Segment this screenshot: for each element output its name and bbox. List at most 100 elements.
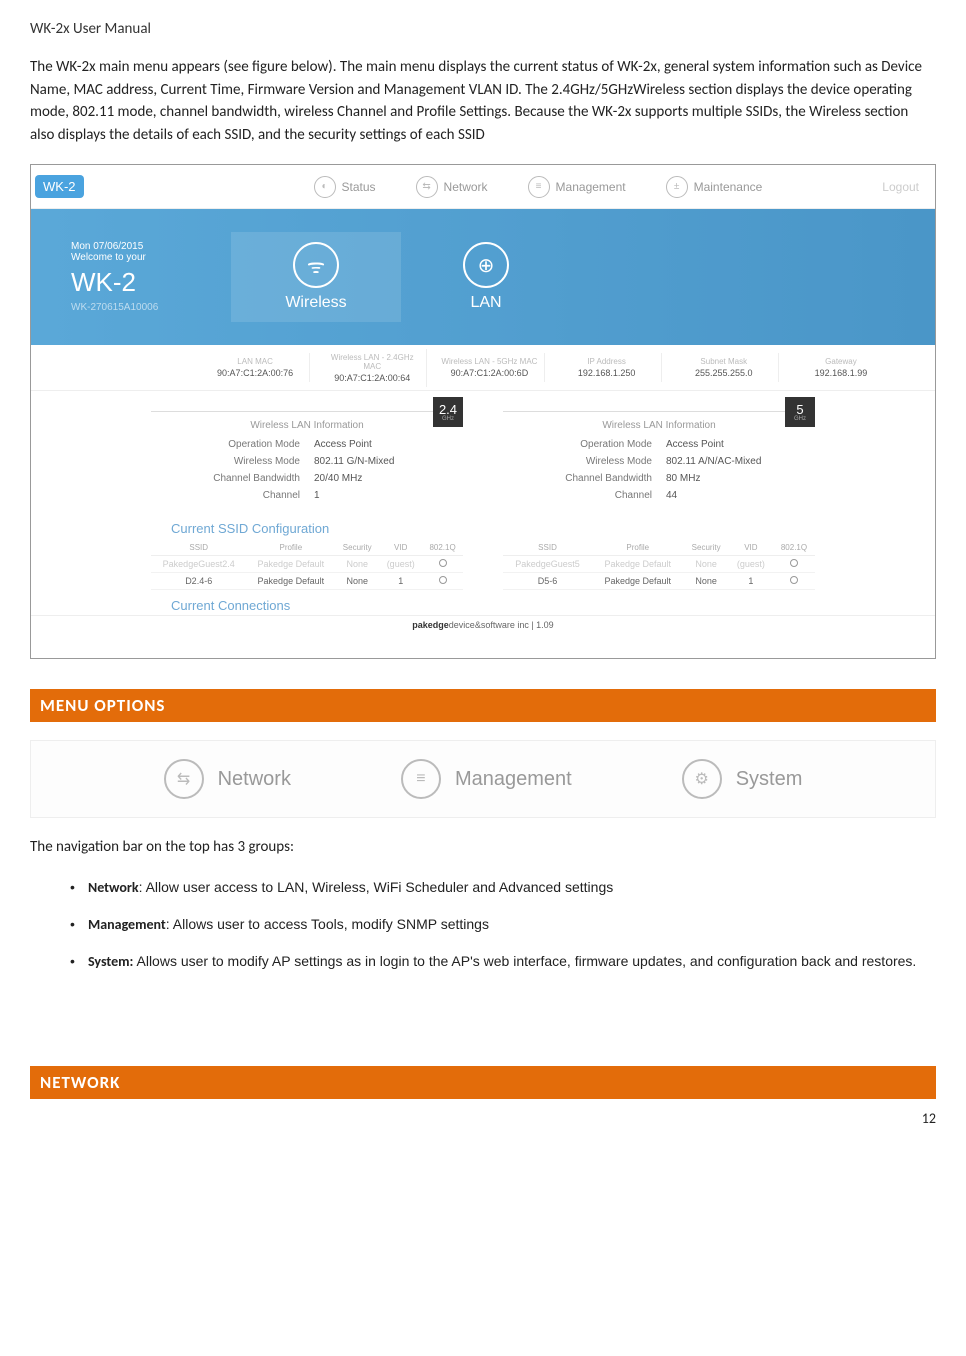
- cell: Pakedge Default: [246, 573, 335, 590]
- maintenance-icon: ±: [666, 176, 688, 198]
- bullet-lead: Management: [88, 916, 166, 933]
- tab-network[interactable]: ⇆ Network: [416, 176, 488, 198]
- mac-value: 90:A7:C1:2A:00:6D: [441, 368, 537, 378]
- cell: D2.4-6: [151, 573, 246, 590]
- tab-label: Maintenance: [694, 180, 763, 194]
- system-icon: ⚙: [682, 759, 722, 799]
- table-row: PakedgeGuest5 Pakedge Default None (gues…: [503, 556, 815, 573]
- ssid-tables: SSID Profile Security VID 802.1Q Pakedge…: [31, 540, 935, 590]
- mac-value: 192.168.1.250: [559, 368, 655, 378]
- nav-intro: The navigation bar on the top has 3 grou…: [30, 836, 936, 859]
- wlan-table: Operation ModeAccess Point Wireless Mode…: [151, 435, 463, 505]
- bullet-lead: Network: [88, 879, 139, 896]
- cell: (guest): [379, 556, 422, 573]
- tab-management[interactable]: ≡Management: [528, 176, 626, 198]
- table-row: D2.4-6 Pakedge Default None 1: [151, 573, 463, 590]
- mac-value: 90:A7:C1:2A:00:64: [324, 373, 420, 383]
- main-menu-screenshot: WK-2 ◐Status ⇆Network ≡Management ±Maint…: [30, 164, 936, 659]
- row-value: 1: [308, 488, 461, 503]
- row-label: Channel: [505, 488, 658, 503]
- ghz-value: 2.4: [439, 403, 457, 416]
- col-vid: VID: [379, 540, 422, 556]
- cell-radio: [422, 573, 463, 590]
- ghz-sub: GHz: [442, 416, 454, 422]
- tab-status[interactable]: ◐Status: [314, 176, 376, 198]
- tile-label: LAN: [401, 294, 571, 312]
- ssid-table-5: SSID Profile Security VID 802.1Q Pakedge…: [503, 540, 815, 590]
- row-value: 80 MHz: [660, 471, 813, 486]
- hero-tile-lan[interactable]: ⊕ LAN: [401, 232, 571, 322]
- logout-link[interactable]: Logout: [882, 180, 919, 194]
- wlan-table: Operation ModeAccess Point Wireless Mode…: [503, 435, 815, 505]
- mac-label: Subnet Mask: [676, 357, 772, 366]
- section-menu-options: MENU OPTIONS: [30, 689, 936, 722]
- cell: PakedgeGuest5: [503, 556, 592, 573]
- cell-radio: [773, 556, 815, 573]
- cell: None: [683, 556, 728, 573]
- nav-bar-screenshot: ⇆ Network ≡Management ⚙System: [30, 740, 936, 818]
- topbar: WK-2 ◐Status ⇆Network ≡Management ±Maint…: [31, 165, 935, 209]
- radio-icon[interactable]: [439, 559, 447, 567]
- wlan-title: Wireless LAN Information: [151, 411, 463, 435]
- hero-date: Mon 07/06/2015: [71, 241, 231, 252]
- cell: PakedgeGuest2.4: [151, 556, 246, 573]
- current-connections-title: Current Connections: [31, 590, 935, 615]
- row-value: 44: [660, 488, 813, 503]
- bullet-text: Allows user to modify AP settings as in …: [133, 953, 916, 969]
- bullet-system: System: Allows user to modify AP setting…: [70, 951, 936, 972]
- col-ssid: SSID: [151, 540, 246, 556]
- cell-radio: [422, 556, 463, 573]
- intro-paragraph: The WK-2x main menu appears (see figure …: [30, 56, 936, 146]
- wlan-5: 5GHz Wireless LAN Information Operation …: [503, 397, 815, 505]
- tab-label: Network: [444, 180, 488, 194]
- wlan-info-row: 2.4GHz Wireless LAN Information Operatio…: [31, 397, 935, 505]
- nav-label: Network: [218, 768, 291, 791]
- cell: 1: [729, 573, 773, 590]
- page-header: WK-2x User Manual: [30, 20, 936, 38]
- page-number: 12: [922, 1110, 936, 1127]
- col-ssid: SSID: [503, 540, 592, 556]
- tab-label: Management: [556, 180, 626, 194]
- footer-text: device&software inc | 1.09: [449, 620, 554, 630]
- hero-serial: WK-270615A10006: [71, 302, 231, 313]
- tab-maintenance[interactable]: ± Maintenance: [666, 176, 763, 198]
- col-profile: Profile: [246, 540, 335, 556]
- row-label: Wireless Mode: [153, 454, 306, 469]
- bullet-management: Management: Allows user to access Tools,…: [70, 914, 936, 935]
- col-8021q: 802.1Q: [773, 540, 815, 556]
- mac-row: LAN MAC90:A7:C1:2A:00:76 Wireless LAN - …: [31, 345, 935, 391]
- hero-banner: Mon 07/06/2015 Welcome to your WK-2 WK-2…: [31, 209, 935, 345]
- hero-tile-wireless[interactable]: ᯤ Wireless: [231, 232, 401, 322]
- mac-cell-mask: Subnet Mask255.255.255.0: [670, 353, 779, 382]
- radio-icon[interactable]: [790, 559, 798, 567]
- row-value: 802.11 A/N/AC-Mixed: [660, 454, 813, 469]
- network-icon: ⇆: [416, 176, 438, 198]
- topbar-tabs: ◐Status ⇆ Network ≡Management ± Maintenanc…: [314, 176, 763, 198]
- row-label: Operation Mode: [505, 437, 658, 452]
- nav-item-management[interactable]: ≡Management: [401, 759, 572, 799]
- bullet-text: : Allow user access to LAN, Wireless, Wi…: [139, 879, 614, 895]
- footer-bold: pakedge: [412, 620, 449, 630]
- status-icon: ◐: [314, 176, 336, 198]
- row-value: 802.11 G/N-Mixed: [308, 454, 461, 469]
- bullet-lead: System:: [88, 953, 133, 970]
- nav-item-system[interactable]: ⚙System: [682, 759, 803, 799]
- mac-cell-5: Wireless LAN - 5GHz MAC 90:A7:C1:2A:00:6D: [435, 353, 544, 382]
- table-row: PakedgeGuest2.4 Pakedge Default None (gu…: [151, 556, 463, 573]
- radio-icon[interactable]: [790, 576, 798, 584]
- network-icon: ⇆: [164, 759, 204, 799]
- wlan-title: Wireless LAN Information: [503, 411, 815, 435]
- row-value: Access Point: [660, 437, 813, 452]
- cell: None: [335, 573, 379, 590]
- ssid-table-24: SSID Profile Security VID 802.1Q Pakedge…: [151, 540, 463, 590]
- cell: Pakedge Default: [246, 556, 335, 573]
- col-vid: VID: [729, 540, 773, 556]
- row-label: Channel: [153, 488, 306, 503]
- cell: Pakedge Default: [592, 573, 683, 590]
- mac-label: Wireless LAN - 5GHz MAC: [441, 357, 537, 366]
- bullet-text: : Allows user to access Tools, modify SN…: [166, 916, 489, 932]
- radio-icon[interactable]: [439, 576, 447, 584]
- cell: 1: [379, 573, 422, 590]
- ssid-config-title: Current SSID Configuration: [31, 513, 935, 540]
- nav-item-network[interactable]: ⇆ Network: [164, 759, 291, 799]
